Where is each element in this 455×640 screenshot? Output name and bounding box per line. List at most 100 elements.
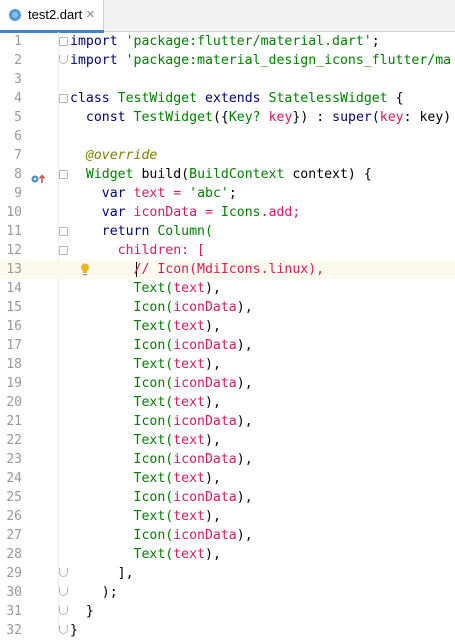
param: key: [268, 110, 293, 125]
punct: ;: [228, 186, 237, 201]
code-line-12: 12 children: [: [0, 241, 455, 260]
text-call: Text(: [133, 433, 174, 448]
punct: ),: [236, 528, 253, 543]
tab-test2-dart[interactable]: test2.dart ×: [0, 0, 104, 33]
punct: ),: [236, 376, 253, 391]
keyword: var: [101, 205, 126, 220]
punct: : key): [403, 110, 452, 125]
punct: ],: [117, 566, 134, 581]
code-line-17: 17 Icon(iconData),: [0, 336, 455, 355]
text-call: Text(: [133, 547, 174, 562]
line-number: 29: [6, 566, 22, 581]
punct: );: [101, 585, 118, 600]
line-number: 10: [6, 205, 22, 220]
class-name: TestWidget: [133, 110, 213, 125]
type-name: Widget: [85, 167, 134, 182]
keyword: import: [70, 34, 118, 49]
type-name: StatelessWidget: [268, 91, 388, 106]
argument: text: [173, 547, 205, 562]
line-number: 6: [14, 129, 22, 144]
icon-call: Icon(: [133, 300, 174, 315]
code-line-21: 21 Icon(iconData),: [0, 412, 455, 431]
fold-marker-icon[interactable]: [59, 227, 68, 236]
line-number: 14: [6, 281, 22, 296]
line-number: 26: [6, 509, 22, 524]
param: context) {: [292, 167, 372, 182]
code-line-32: 32 }: [0, 621, 455, 640]
argument: iconData: [173, 338, 237, 353]
line-number: 23: [6, 452, 22, 467]
argument: iconData: [173, 490, 237, 505]
keyword: var: [101, 186, 126, 201]
line-number: 24: [6, 471, 22, 486]
code-line-27: 27 Icon(iconData),: [0, 526, 455, 545]
punct: ),: [205, 433, 221, 448]
argument: iconData: [173, 414, 237, 429]
punct: ),: [205, 319, 221, 334]
constructor-call: Column(: [157, 224, 213, 239]
punct: }: [70, 623, 78, 638]
code-line-5: 5 const TestWidget({Key? key}) : super(k…: [0, 108, 455, 127]
fold-marker-icon[interactable]: [59, 246, 68, 255]
code-line-14: 14 Text(text),: [0, 279, 455, 298]
code-line-15: 15 Icon(iconData),: [0, 298, 455, 317]
fold-marker-icon[interactable]: [59, 55, 68, 64]
line-number: 19: [6, 376, 22, 391]
line-number: 3: [14, 72, 22, 87]
keyword: const: [85, 110, 126, 125]
fold-marker-icon[interactable]: [59, 625, 68, 634]
line-number: 2: [14, 53, 22, 68]
type-name: Icons: [220, 205, 261, 220]
code-line-30: 30 );: [0, 583, 455, 602]
code-line-16: 16 Text(text),: [0, 317, 455, 336]
line-number: 7: [14, 148, 22, 163]
text-call: Text(: [133, 281, 174, 296]
class-name: TestWidget: [117, 91, 198, 106]
line-number: 16: [6, 319, 22, 334]
punct: ),: [205, 357, 221, 372]
argument: text: [173, 357, 205, 372]
fold-marker-icon[interactable]: [59, 37, 68, 46]
code-line-11: 11 return Column(: [0, 222, 455, 241]
code-line-19: 19 Icon(iconData),: [0, 374, 455, 393]
punct: ),: [236, 490, 253, 505]
code-line-31: 31 }: [0, 602, 455, 621]
string-literal: 'abc': [189, 186, 229, 201]
keyword: return: [101, 224, 150, 239]
fold-marker-icon[interactable]: [59, 94, 68, 103]
code-line-18: 18 Text(text),: [0, 355, 455, 374]
variable: text =: [133, 186, 190, 201]
argument: text: [173, 319, 205, 334]
close-icon[interactable]: ×: [86, 6, 95, 23]
text-call: Text(: [133, 357, 174, 372]
icon-call: Icon(: [133, 490, 174, 505]
type-name: Key?: [228, 110, 261, 125]
line-number: 4: [14, 91, 22, 106]
code-line-10: 10 var iconData = Icons.add;: [0, 203, 455, 222]
line-number: 5: [14, 110, 22, 125]
fold-marker-icon[interactable]: [59, 587, 68, 596]
line-number: 25: [6, 490, 22, 505]
code-line-7: 7 @override: [0, 146, 455, 165]
line-number: 20: [6, 395, 22, 410]
fold-marker-icon[interactable]: [59, 568, 68, 577]
code-line-29: 29 ],: [0, 564, 455, 583]
line-number: 8: [14, 167, 22, 182]
string-literal: 'package:flutter/material.dart': [125, 34, 372, 49]
keyword: class: [70, 91, 110, 106]
param: key: [379, 110, 404, 125]
fold-marker-icon[interactable]: [59, 606, 68, 615]
punct: ),: [205, 547, 221, 562]
annotation: @override: [85, 148, 158, 163]
method-name: build(: [141, 167, 190, 182]
keyword: super(: [332, 110, 380, 125]
editor-tab-bar: test2.dart ×: [0, 0, 455, 33]
punct: ),: [205, 471, 221, 486]
punct: ),: [236, 452, 253, 467]
text-call: Text(: [133, 471, 174, 486]
fold-marker-icon[interactable]: [59, 170, 68, 179]
line-number: 1: [14, 34, 22, 49]
argument: text: [173, 471, 205, 486]
code-editor[interactable]: 1 import 'package:flutter/material.dart'…: [0, 32, 455, 638]
keyword: import: [70, 53, 118, 68]
